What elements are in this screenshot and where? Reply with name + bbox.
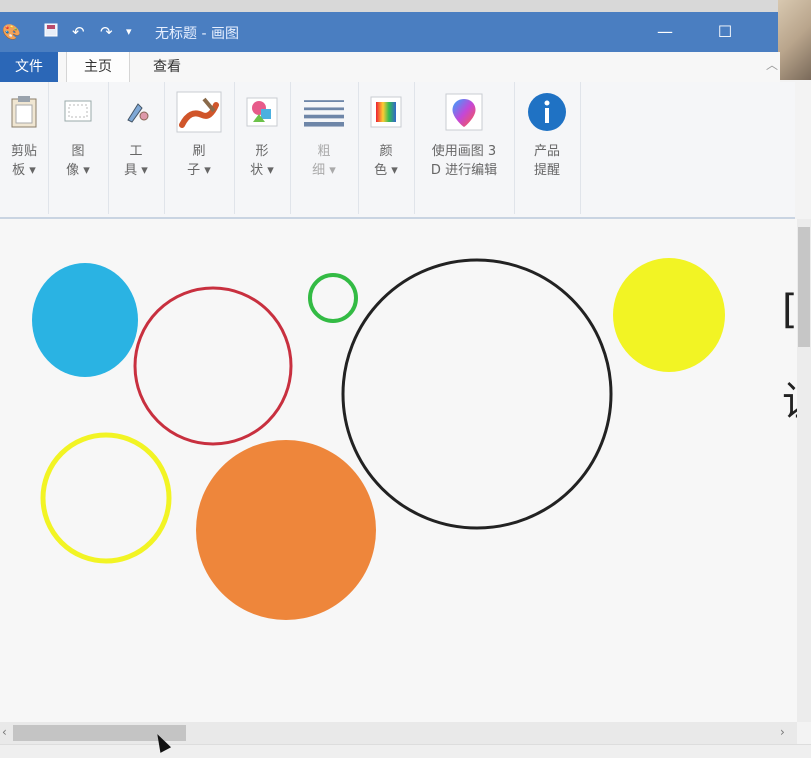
redo-icon[interactable]: ↷: [100, 23, 113, 41]
paint-brush-icon[interactable]: 🎨: [2, 23, 21, 41]
orange-filled-circle: [196, 440, 376, 620]
ribbon-group-paint3d[interactable]: 使用画图 3 D 进行编辑: [414, 82, 515, 214]
ribbon-group-label: 图 像 ▾: [66, 144, 90, 178]
canvas-drawing: [0, 219, 780, 722]
image-icon: [58, 92, 98, 132]
webcam-overlay: [778, 0, 811, 80]
customize-quick-access-chevron-icon[interactable]: ▾: [126, 23, 132, 41]
ribbon-group-product-alert[interactable]: 产品 提醒: [514, 82, 581, 214]
ribbon-group-shapes[interactable]: 形 状 ▾: [234, 82, 291, 214]
ribbon-group-size: 粗 细 ▾: [290, 82, 359, 214]
canvas-text-fragment: 让: [782, 369, 797, 427]
minimize-button[interactable]: —: [645, 20, 685, 44]
tab-file[interactable]: 文件: [0, 52, 58, 82]
scroll-right-arrow-icon[interactable]: ›: [780, 725, 785, 739]
status-bar: [0, 744, 811, 758]
ribbon-group-label: 形 状 ▾: [250, 144, 274, 178]
ribbon-group-label: 剪贴 板 ▾: [10, 144, 37, 178]
ribbon-group-colors[interactable]: 颜 色 ▾: [358, 82, 415, 214]
ribbon-group-label: 工 具 ▾: [124, 144, 148, 178]
ribbon-group-label: 使用画图 3 D 进行编辑: [430, 144, 498, 178]
ribbon-group-clipboard[interactable]: 剪贴 板 ▾: [0, 82, 49, 214]
shapes-icon: [242, 92, 282, 132]
vertical-scroll-thumb[interactable]: [798, 227, 810, 347]
desktop-strip: [0, 0, 811, 12]
yellow-filled-circle: [613, 258, 725, 372]
canvas-text-fragment: [: [782, 287, 797, 333]
drawing-canvas[interactable]: [ 让: [0, 219, 797, 722]
scroll-left-arrow-icon[interactable]: ‹: [2, 725, 7, 739]
ribbon-group-image[interactable]: 图 像 ▾: [48, 82, 109, 214]
ribbon-tab-bar: 文件 主页 查看 ︿: [0, 52, 780, 83]
clipboard-icon: [4, 92, 44, 132]
maximize-button[interactable]: ☐: [705, 20, 745, 44]
ribbon-home: 剪贴 板 ▾ 图 像 ▾ 工 具 ▾ 刷 子 ▾ 形 状 ▾ 粗 细 ▾ 颜 色…: [0, 82, 795, 219]
tab-view[interactable]: 查看: [138, 52, 196, 82]
save-icon[interactable]: [44, 23, 58, 41]
tools-icon: [116, 92, 156, 132]
ribbon-group-label: 产品 提醒: [533, 144, 560, 178]
ribbon-group-brushes[interactable]: 刷 子 ▾: [164, 82, 235, 214]
horizontal-scrollbar[interactable]: ‹ ›: [0, 722, 797, 744]
ribbon-group-label: 刷 子 ▾: [187, 144, 211, 178]
tab-home[interactable]: 主页: [66, 52, 130, 82]
blue-filled-circle: [32, 263, 138, 377]
brush-icon: [175, 90, 223, 134]
collapse-ribbon-chevron-icon[interactable]: ︿: [766, 56, 778, 73]
vertical-scrollbar[interactable]: [797, 219, 811, 722]
undo-icon[interactable]: ↶: [72, 23, 85, 41]
info-icon: [527, 92, 567, 132]
title-bar[interactable]: 🎨 ↶ ↷ ▾ 无标题 - 画图 — ☐: [0, 12, 780, 52]
ribbon-group-tools[interactable]: 工 具 ▾: [108, 82, 165, 214]
window-title: 无标题 - 画图: [155, 26, 239, 42]
colors-icon: [366, 92, 406, 132]
ribbon-group-label: 粗 细 ▾: [312, 144, 336, 178]
paint3d-icon: [444, 92, 484, 132]
line-width-icon: [304, 92, 344, 132]
ribbon-group-label: 颜 色 ▾: [374, 144, 398, 178]
